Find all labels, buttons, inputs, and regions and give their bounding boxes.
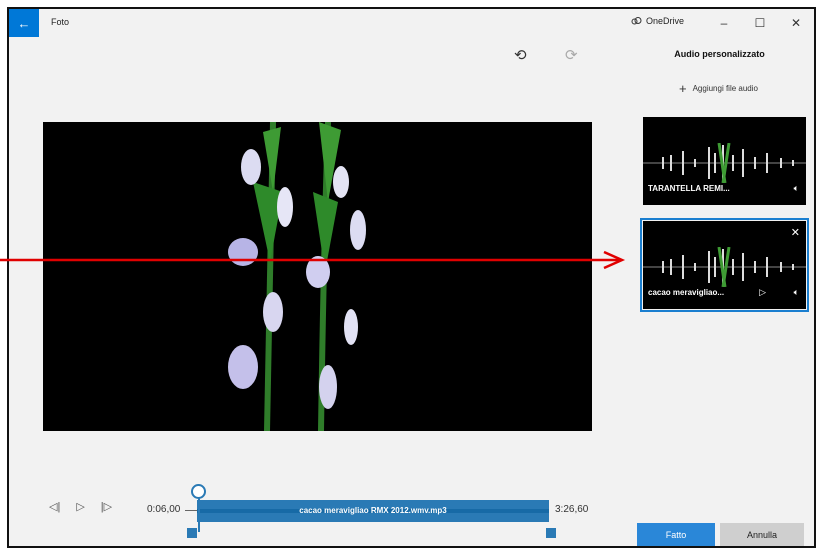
next-frame-icon[interactable]: |▷	[101, 500, 112, 513]
title-bar: ← Foto OneDrive – ☐ ✕	[9, 9, 814, 39]
audio-card-tarantella[interactable]: TARANTELLA REMI... 🔈︎	[643, 117, 806, 205]
track-name: cacao meravigliao RMX 2012.wmv.mp3	[299, 506, 447, 515]
audio-card-label: TARANTELLA REMI...	[648, 184, 730, 193]
trim-start-handle[interactable]	[187, 528, 197, 538]
play-preview-icon[interactable]: ▷	[759, 287, 766, 298]
done-button[interactable]: Fatto	[637, 523, 715, 546]
playback-controls: ◁| ▷ |▷	[49, 500, 112, 513]
remove-audio-icon[interactable]: ✕	[791, 226, 800, 239]
app-window: ← Foto OneDrive – ☐ ✕ ⟲ ⟳ ◁| ▷ |▷ 0:06,0…	[7, 7, 816, 548]
plus-icon: +	[679, 81, 687, 96]
app-title: Foto	[51, 17, 70, 27]
audio-panel: Audio personalizzato + Aggiungi file aud…	[625, 39, 814, 546]
onedrive-button[interactable]: OneDrive	[631, 16, 684, 26]
add-audio-label: Aggiungi file audio	[692, 84, 758, 93]
cancel-button[interactable]: Annulla	[720, 523, 804, 546]
flower-image	[228, 122, 366, 431]
waveform-image	[643, 143, 806, 183]
playhead-line	[198, 496, 200, 532]
trim-end-handle[interactable]	[546, 528, 556, 538]
audio-card-label: cacao meravigliao...	[648, 288, 725, 297]
redo-icon[interactable]: ⟳	[565, 46, 578, 64]
timeline-line	[185, 510, 197, 511]
play-icon[interactable]: ▷	[76, 500, 84, 513]
onedrive-label: OneDrive	[646, 16, 685, 26]
waveform-image	[643, 247, 806, 287]
video-preview[interactable]	[43, 122, 592, 431]
panel-title: Audio personalizzato	[674, 49, 765, 59]
back-arrow-icon: ←	[17, 15, 31, 31]
playhead-handle[interactable]	[191, 484, 206, 499]
close-button[interactable]: ✕	[778, 9, 814, 37]
maximize-button[interactable]: ☐	[742, 9, 778, 37]
undo-icon[interactable]: ⟲	[514, 46, 527, 64]
onedrive-icon	[631, 16, 642, 24]
audio-card-cacao[interactable]: ✕ cacao meravigliao... ▷ 🔈︎	[640, 218, 809, 312]
volume-icon[interactable]: 🔈︎	[794, 183, 799, 194]
volume-icon[interactable]: 🔈︎	[794, 287, 799, 298]
annotation-arrow	[0, 250, 626, 270]
audio-track-bar[interactable]: cacao meravigliao RMX 2012.wmv.mp3	[197, 500, 549, 522]
previous-frame-icon[interactable]: ◁|	[49, 500, 60, 513]
current-time: 0:06,00	[147, 504, 181, 515]
minimize-button[interactable]: –	[706, 9, 742, 37]
window-controls: – ☐ ✕	[706, 9, 814, 37]
end-time: 3:26,60	[555, 504, 589, 515]
back-button[interactable]: ←	[9, 9, 39, 37]
add-audio-button[interactable]: + Aggiungi file audio	[679, 81, 758, 96]
